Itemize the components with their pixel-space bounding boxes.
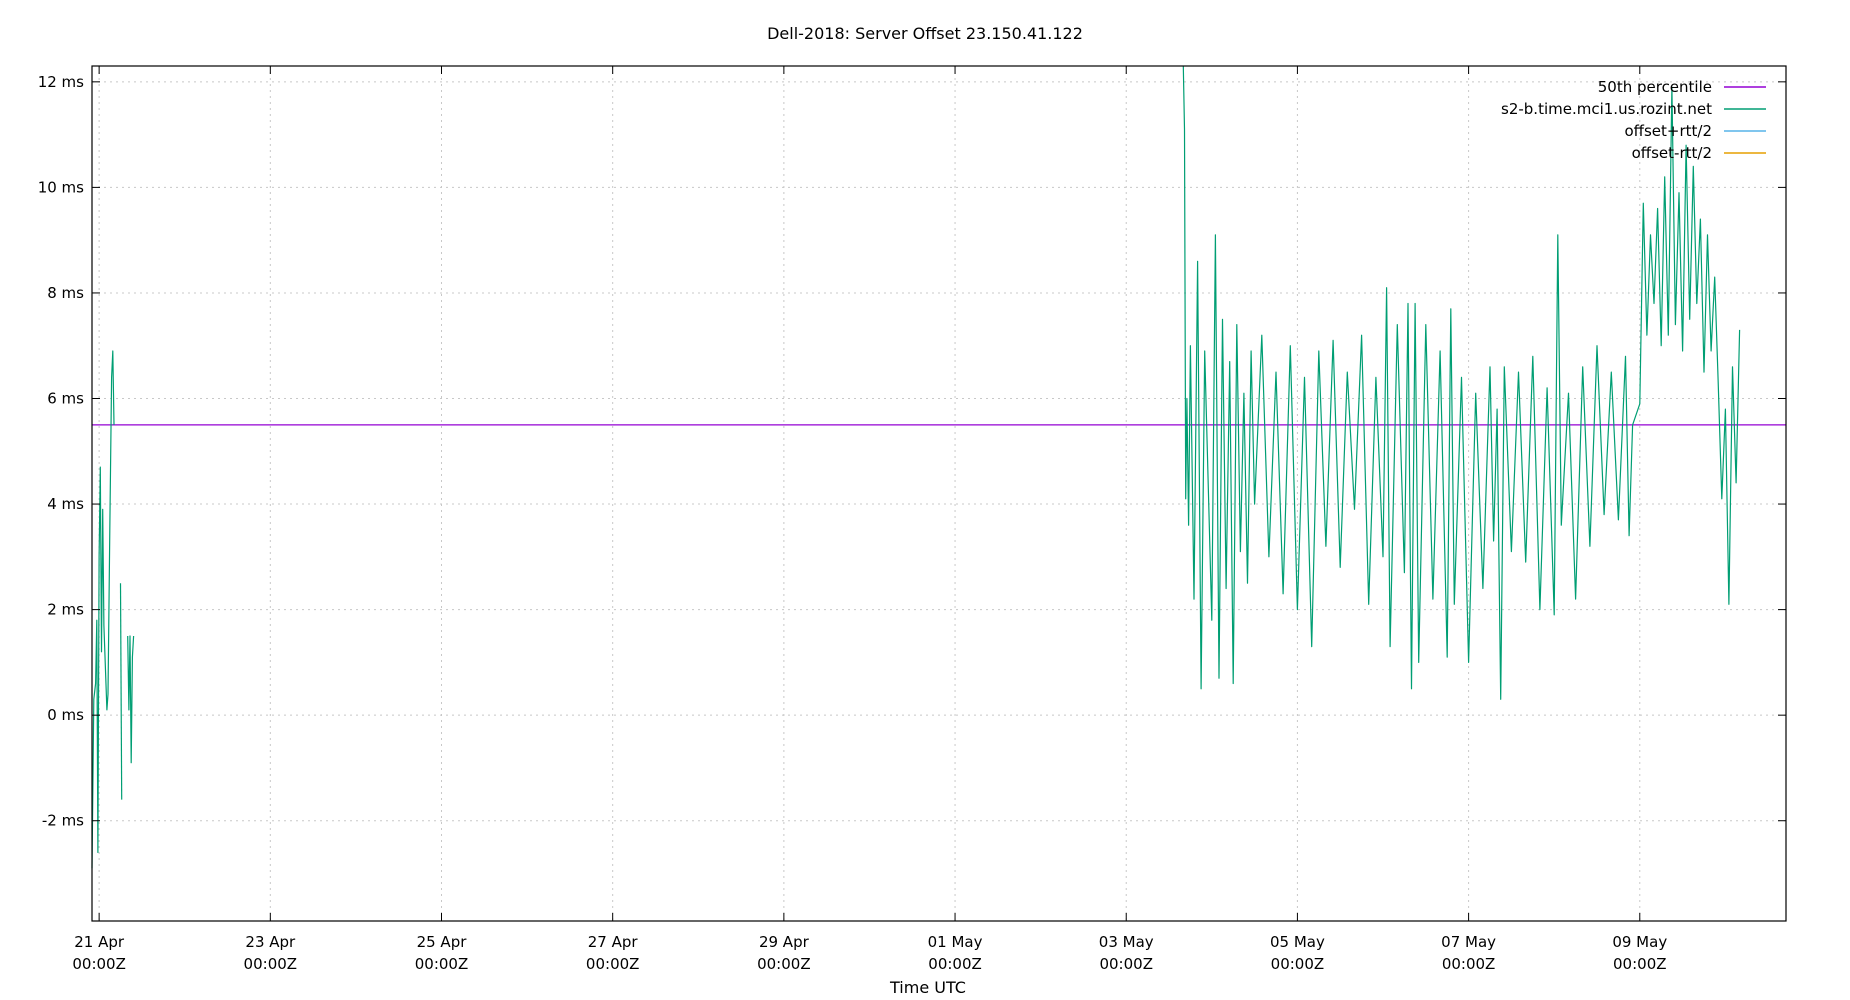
legend-label: offset+rtt/2 <box>1624 122 1712 140</box>
x-axis-label: Time UTC <box>889 978 966 997</box>
x-tick-sublabel: 00:00Z <box>757 955 811 973</box>
x-tick-sublabel: 00:00Z <box>928 955 982 973</box>
series-line-offset-segment <box>119 583 123 800</box>
legend-label: 50th percentile <box>1598 78 1712 96</box>
y-tick-label: -2 ms <box>42 812 84 830</box>
y-tick-label: 10 ms <box>38 178 84 196</box>
x-tick-label: 01 May <box>928 933 983 951</box>
x-tick-sublabel: 00:00Z <box>1099 955 1153 973</box>
x-tick-sublabel: 00:00Z <box>586 955 640 973</box>
x-tick-label: 09 May <box>1612 933 1667 951</box>
legend: 50th percentile s2-b.time.mci1.us.rozint.… <box>1501 78 1766 162</box>
data-layer <box>91 65 1786 869</box>
x-tick-sublabel: 00:00Z <box>415 955 469 973</box>
legend-label: offset-rtt/2 <box>1632 144 1712 162</box>
x-tick-sublabel: 00:00Z <box>1613 955 1667 973</box>
x-tick-sublabel: 00:00Z <box>72 955 126 973</box>
x-tick-label: 27 Apr <box>588 933 639 951</box>
chart-svg: Dell-2018: Server Offset 23.150.41.122 T… <box>38 24 1787 997</box>
y-tick-label: 4 ms <box>47 495 84 513</box>
x-tick-label: 21 Apr <box>74 933 125 951</box>
x-tick-label: 25 Apr <box>417 933 468 951</box>
x-tick-sublabel: 00:00Z <box>1271 955 1325 973</box>
x-tick-label: 23 Apr <box>245 933 296 951</box>
y-tick-label: 0 ms <box>47 706 84 724</box>
y-tick-label: 8 ms <box>47 284 84 302</box>
x-tick-label: 07 May <box>1441 933 1496 951</box>
y-tick-label: 2 ms <box>47 601 84 619</box>
x-tick-label: 05 May <box>1270 933 1325 951</box>
chart-title: Dell-2018: Server Offset 23.150.41.122 <box>767 24 1083 43</box>
grid-layer <box>92 66 1786 921</box>
x-tick-label: 03 May <box>1099 933 1154 951</box>
legend-label: s2-b.time.mci1.us.rozint.net <box>1501 100 1712 118</box>
plot-frame <box>91 65 1787 922</box>
x-tick-sublabel: 00:00Z <box>1442 955 1496 973</box>
series-line-offset-segment <box>127 635 135 764</box>
chart: Dell-2018: Server Offset 23.150.41.122 T… <box>0 0 1850 1000</box>
x-tick-sublabel: 00:00Z <box>244 955 298 973</box>
y-tick-label: 6 ms <box>47 390 84 408</box>
x-tick-label: 29 Apr <box>759 933 810 951</box>
y-tick-label: 12 ms <box>38 73 84 91</box>
